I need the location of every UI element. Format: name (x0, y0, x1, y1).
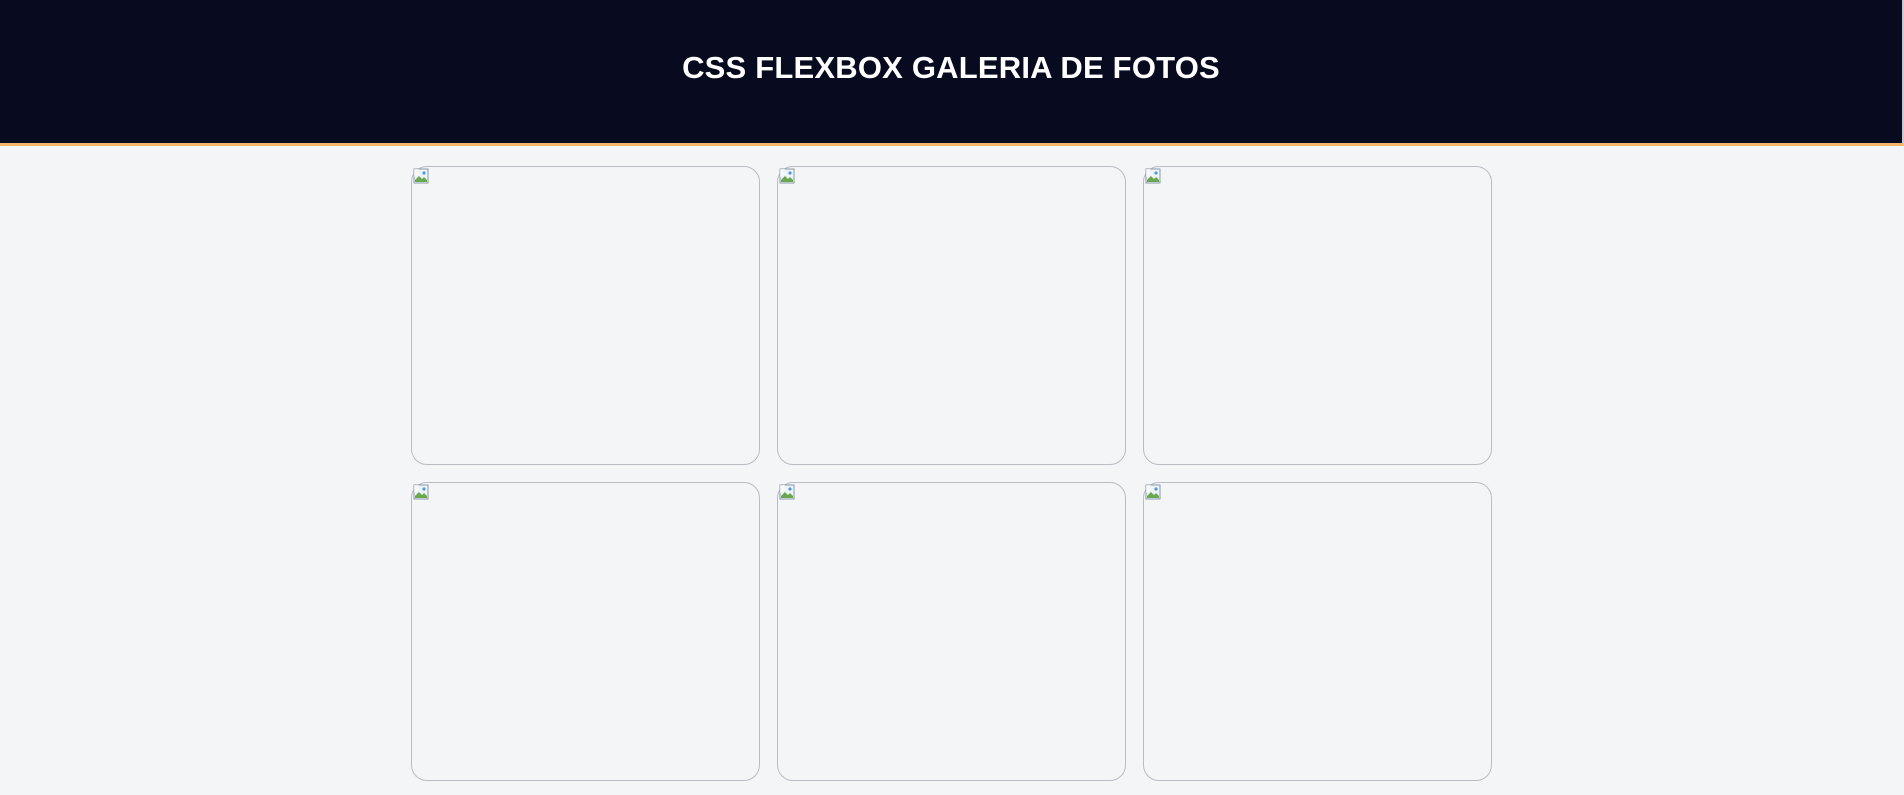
photo-frame (1143, 166, 1492, 465)
photo-frame (1143, 482, 1492, 781)
gallery-photo-6[interactable] (1143, 482, 1492, 781)
page-title: CSS FLEXBOX GALERIA DE FOTOS (682, 50, 1220, 85)
page-header: CSS FLEXBOX GALERIA DE FOTOS (0, 0, 1904, 146)
broken-image-icon (413, 168, 429, 184)
broken-image-icon (1145, 168, 1161, 184)
gallery-photo-5[interactable] (777, 482, 1126, 781)
broken-image-icon (779, 168, 795, 184)
photo-frame (777, 482, 1126, 781)
photo-frame (777, 166, 1126, 465)
broken-image-icon (413, 484, 429, 500)
photo-gallery (0, 146, 1904, 795)
gallery-photo-1[interactable] (411, 166, 760, 465)
gallery-photo-3[interactable] (1143, 166, 1492, 465)
gallery-photo-2[interactable] (777, 166, 1126, 465)
broken-image-icon (1145, 484, 1161, 500)
broken-image-icon (779, 484, 795, 500)
photo-frame (411, 166, 760, 465)
photo-frame (411, 482, 760, 781)
gallery-photo-4[interactable] (411, 482, 760, 781)
